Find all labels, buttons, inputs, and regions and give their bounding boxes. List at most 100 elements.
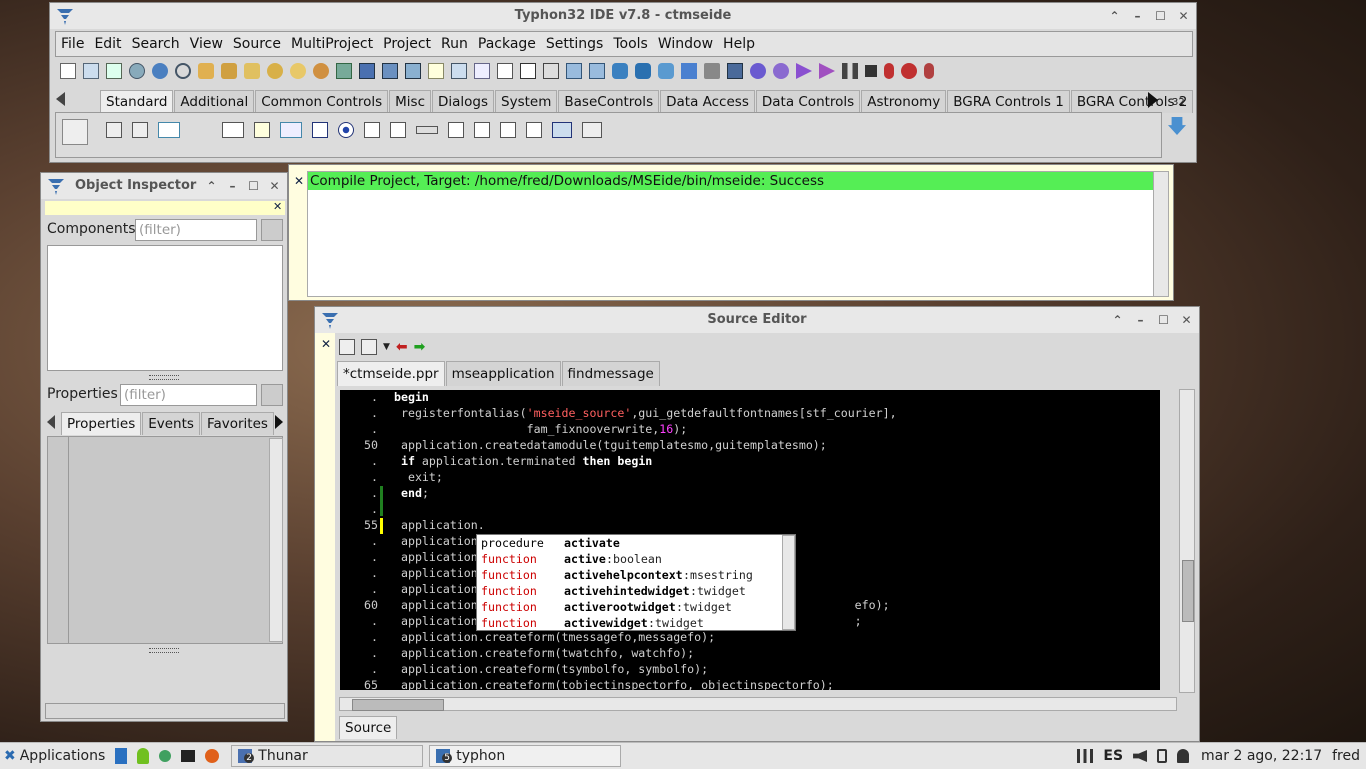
- code-completion-popup[interactable]: procedure activate function active:boolean f…: [476, 534, 796, 631]
- palette-tab-bgra-controls-1[interactable]: BGRA Controls 1: [947, 90, 1070, 113]
- property-grid[interactable]: [47, 436, 283, 644]
- open-icon[interactable]: [129, 63, 145, 79]
- se-close-icon[interactable]: ✕: [321, 337, 331, 351]
- palette-tab-misc[interactable]: Misc: [389, 90, 431, 113]
- task-thunar[interactable]: 2 Thunar: [231, 745, 424, 767]
- se-bookmark-icon[interactable]: [361, 339, 377, 355]
- properties-filter-icon[interactable]: [261, 384, 283, 406]
- tcombobox-icon[interactable]: [390, 122, 406, 138]
- gear-run-icon[interactable]: [773, 63, 789, 79]
- tpanel-icon[interactable]: [526, 122, 542, 138]
- palette-tab-additional[interactable]: Additional: [174, 90, 255, 113]
- new-form-icon[interactable]: [83, 63, 99, 79]
- tcheckbox-icon[interactable]: [312, 122, 328, 138]
- step-out-icon[interactable]: [924, 63, 934, 79]
- palette-prev-arrow[interactable]: [56, 92, 65, 106]
- code-line[interactable]: 55 application.: [340, 517, 1160, 533]
- edit-icon[interactable]: [428, 63, 444, 79]
- components-filter-icon[interactable]: [261, 219, 283, 241]
- tradiogroup-icon[interactable]: [474, 122, 490, 138]
- code-line[interactable]: 50 application.createdatamodule(tguitemp…: [340, 437, 1160, 453]
- tbutton-icon[interactable]: [158, 122, 180, 138]
- se-shade-button[interactable]: ⌃: [1111, 307, 1124, 333]
- code-line[interactable]: . application.createform(tmessagefo,mess…: [340, 629, 1160, 645]
- oi-tab-properties[interactable]: Properties: [61, 412, 142, 435]
- message-success[interactable]: Compile Project, Target: /home/fred/Down…: [308, 172, 1153, 190]
- open-recent-icon[interactable]: [152, 63, 168, 79]
- messages-close-icon[interactable]: ✕: [294, 174, 304, 188]
- code-line[interactable]: . begin: [340, 390, 1160, 405]
- close-button[interactable]: ✕: [1177, 3, 1190, 29]
- package-options-icon[interactable]: [267, 63, 283, 79]
- completion-item[interactable]: procedure activate: [477, 535, 781, 551]
- menu-file[interactable]: File: [56, 36, 89, 52]
- wave-icon[interactable]: [681, 63, 697, 79]
- se-forward-icon[interactable]: ➡: [414, 339, 426, 355]
- se-jump-icon[interactable]: [339, 339, 355, 355]
- step-into-icon[interactable]: [884, 63, 894, 79]
- se-maximize-button[interactable]: ☐: [1157, 307, 1170, 333]
- completion-item[interactable]: function active:boolean: [477, 551, 781, 567]
- oi-tab-events[interactable]: Events: [142, 412, 200, 435]
- oi-titlebar[interactable]: Object Inspector ⌃ – ☐ ✕: [41, 173, 287, 199]
- se-close-button[interactable]: ✕: [1180, 307, 1193, 333]
- oi-maximize-button[interactable]: ☐: [247, 173, 260, 199]
- new-unit-icon[interactable]: [106, 63, 122, 79]
- toggle-form-icon[interactable]: [543, 63, 559, 79]
- audio-icon[interactable]: [1133, 750, 1148, 762]
- paste-icon[interactable]: [520, 63, 536, 79]
- oi-shade-button[interactable]: ⌃: [205, 173, 218, 199]
- build-icon[interactable]: [612, 63, 628, 79]
- menu-search[interactable]: Search: [127, 36, 185, 52]
- run-icon[interactable]: [796, 63, 812, 79]
- menu-edit[interactable]: Edit: [89, 36, 126, 52]
- code-line[interactable]: . application.createform(tsymbolfo, symb…: [340, 661, 1160, 677]
- terminal-launcher-icon[interactable]: [181, 750, 196, 762]
- code-line[interactable]: . exit;: [340, 469, 1160, 485]
- search-replace-icon[interactable]: [451, 63, 467, 79]
- completion-item[interactable]: function activehelpcontext:msestring: [477, 567, 781, 583]
- gear-icon[interactable]: [750, 63, 766, 79]
- stop-icon[interactable]: [865, 65, 877, 77]
- clock[interactable]: mar 2 ago, 22:17: [1201, 748, 1322, 764]
- se-back-icon[interactable]: ⬅: [396, 339, 408, 355]
- code-vscroll-thumb[interactable]: [1182, 560, 1194, 622]
- tactionlist-icon[interactable]: [582, 122, 602, 138]
- code-line[interactable]: . application.createform(twatchfo, watch…: [340, 645, 1160, 661]
- tradiobutton-icon[interactable]: [338, 122, 354, 138]
- code-hscrollbar[interactable]: [339, 697, 1177, 711]
- palette-tab-system[interactable]: System: [495, 90, 558, 113]
- firefox-launcher-icon[interactable]: [205, 749, 220, 763]
- menu-window[interactable]: Window: [653, 36, 718, 52]
- se-minimize-button[interactable]: –: [1134, 307, 1147, 333]
- menu-tools[interactable]: Tools: [608, 36, 653, 52]
- components-tree[interactable]: [47, 245, 283, 371]
- network-icon[interactable]: [1077, 749, 1094, 763]
- palette-tab-dialogs[interactable]: Dialogs: [432, 90, 495, 113]
- tmainmenu-icon[interactable]: [106, 122, 122, 138]
- copy-icon[interactable]: [497, 63, 513, 79]
- oi-tabs-next-arrow[interactable]: [275, 415, 283, 429]
- code-line[interactable]: . fam_fixnooverwrite,16);: [340, 421, 1160, 437]
- code-vscrollbar[interactable]: [1179, 389, 1195, 693]
- menu-run[interactable]: Run: [436, 36, 473, 52]
- tmemo-icon[interactable]: [254, 122, 270, 138]
- oi-minimize-button[interactable]: –: [226, 173, 239, 199]
- step-over-icon[interactable]: [901, 63, 917, 79]
- add-to-project-icon[interactable]: [336, 63, 352, 79]
- find-icon[interactable]: [175, 63, 191, 79]
- menu-multiproject[interactable]: MultiProject: [286, 36, 378, 52]
- code-line[interactable]: .: [340, 501, 1160, 517]
- keyboard-layout[interactable]: ES: [1103, 748, 1123, 764]
- code-line[interactable]: . end;: [340, 485, 1160, 501]
- tscrollbar-icon[interactable]: [416, 126, 438, 134]
- run-params-icon[interactable]: [819, 63, 835, 79]
- palette-tab-common-controls[interactable]: Common Controls: [255, 90, 389, 113]
- palette-next-arrow[interactable]: [1148, 92, 1158, 108]
- se-dropdown-icon[interactable]: ▼: [383, 342, 390, 352]
- completion-item[interactable]: function activerootwidget:twidget: [477, 599, 781, 615]
- menu-view[interactable]: View: [185, 36, 228, 52]
- tedit-icon[interactable]: [222, 122, 244, 138]
- oi-selection-clear-icon[interactable]: ✕: [273, 200, 282, 213]
- compile-icon[interactable]: [658, 63, 674, 79]
